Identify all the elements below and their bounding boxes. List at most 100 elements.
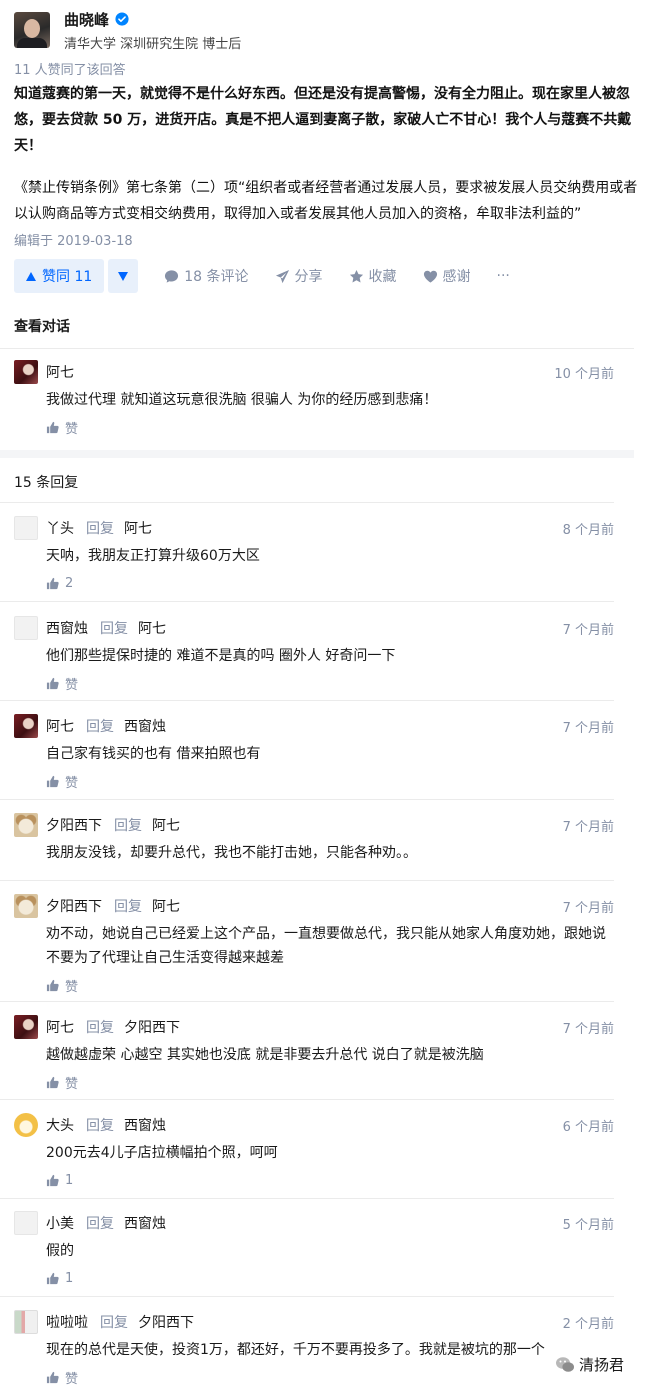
comment-body: 我做过代理 就知道这玩意很洗脑 很骗人 为你的经历感到悲痛！ [46,392,438,408]
reply-comment: 大头 回复 西窗烛 6 个月前 200元去4儿子店拉横幅拍个照，呵呵 1 [14,1113,614,1189]
thanks-label: 感谢 [442,269,471,285]
comments-button[interactable]: 18 条评论 [164,266,249,286]
upvoters-count[interactable]: 11 人赞同了该回答 [14,59,126,78]
avatar[interactable] [14,616,38,640]
avatar[interactable] [14,516,38,540]
reply-target-name[interactable]: 阿七 [152,896,180,916]
comment-time: 2 个月前 [562,1316,614,1332]
author-title: 清华大学 深圳研究生院 博士后 [64,36,242,52]
avatar[interactable] [14,1113,38,1137]
like-button[interactable]: 赞 [46,976,614,995]
reply-word: 回复 [100,621,128,637]
reply-target-name[interactable]: 西窗烛 [124,1213,166,1233]
like-button[interactable]: 赞 [46,674,614,693]
share-button[interactable]: 分享 [275,266,323,286]
divider [0,601,614,602]
thumbs-up-icon [46,1371,59,1383]
commenter-name[interactable]: 大头 [46,1115,74,1135]
reply-comment: 阿七 回复 夕阳西下 7 个月前 越做越虚荣 心越空 其实她也没底 就是非要去升总代 说… [14,1015,614,1092]
edited-date[interactable]: 编辑于 2019-03-18 [14,230,133,249]
comment-header: 丫头 回复 阿七 8 个月前 [14,516,614,540]
reply-comment: 丫头 回复 阿七 8 个月前天呐，我朋友正打算升级60万大区 2 [14,516,614,592]
like-label: 赞 [65,1076,79,1092]
answer-quote-paragraph: 《禁止传销条例》第七条第（二）项“组织者或者经营者通过发展人员，要求被发展人员交… [14,180,638,222]
comment-body: 自己家有钱买的也有 借来拍照也有 [46,746,261,762]
avatar[interactable] [14,1310,38,1334]
thanks-button[interactable]: 感谢 [423,266,471,286]
avatar[interactable] [14,1211,38,1235]
like-label: 1 [65,1270,74,1286]
comment-header: 西窗烛 回复 阿七 7 个月前 [14,616,614,640]
comment-header: 大头 回复 西窗烛 6 个月前 [14,1113,614,1137]
avatar[interactable] [14,360,38,384]
commenter-name[interactable]: 夕阳西下 [46,896,102,916]
like-label: 赞 [65,775,79,791]
commenter-name[interactable]: 阿七 [46,362,74,382]
reply-target-name[interactable]: 阿七 [152,815,180,835]
author-avatar[interactable] [14,12,50,48]
reply-word: 回复 [86,521,114,537]
favorite-button[interactable]: 收藏 [349,266,397,286]
divider [0,348,634,349]
avatar[interactable] [14,714,38,738]
comment-time: 6 个月前 [562,1119,614,1135]
reply-target-name[interactable]: 西窗烛 [124,716,166,736]
commenter-name[interactable]: 阿七 [46,1017,74,1037]
reply-comment: 夕阳西下 回复 阿七 7 个月前 我朋友没钱，却要升总代，我也不能打击她，只能各种劝。。 [14,813,614,865]
reply-word: 回复 [86,719,114,735]
avatar[interactable] [14,1015,38,1039]
thumbs-up-icon [46,979,59,991]
heart-icon [423,270,437,283]
more-button[interactable]: ··· [497,268,510,284]
reply-count: 15 条回复 [14,475,79,491]
like-button[interactable]: 赞 [46,772,614,791]
comment-body: 天呐，我朋友正打算升级60万大区 [46,548,260,564]
reply-target-name[interactable]: 西窗烛 [124,1115,166,1135]
conversation-title: 查看对话 [14,319,70,335]
comment-time: 10 个月前 [554,366,614,382]
downvote-button[interactable] [108,259,139,293]
commenter-name[interactable]: 夕阳西下 [46,815,102,835]
reply-target-name[interactable]: 阿七 [124,518,152,538]
like-button[interactable]: 赞 [46,418,614,437]
like-button[interactable]: 赞 [46,1368,614,1387]
thumbs-up-icon [46,421,59,433]
reply-target-name[interactable]: 阿七 [138,618,166,638]
reply-target-name[interactable]: 夕阳西下 [138,1312,194,1332]
section-separator [0,450,634,458]
author-name[interactable]: 曲晓峰 [64,9,109,30]
divider [0,1296,614,1297]
reply-target-name[interactable]: 夕阳西下 [124,1017,180,1037]
like-label: 赞 [65,421,79,437]
thumbs-up-icon [46,1076,59,1088]
comment-header: 啦啦啦 回复 夕阳西下 2 个月前 [14,1310,614,1334]
upvote-button[interactable]: 赞同 11 [14,259,105,293]
comment-header: 夕阳西下 回复 阿七 7 个月前 [14,894,614,918]
divider [0,880,614,881]
reply-comment: 阿七 回复 西窗烛 7 个月前自己家有钱买的也有 借来拍照也有赞 [14,714,614,791]
commenter-name[interactable]: 丫头 [46,518,74,538]
avatar[interactable] [14,894,38,918]
like-button[interactable]: 1 [46,1171,614,1189]
like-button[interactable]: 1 [46,1269,614,1287]
share-label: 分享 [294,269,323,285]
comment-header: 阿七 回复 夕阳西下 7 个月前 [14,1015,614,1039]
commenter-name[interactable]: 啦啦啦 [46,1312,88,1332]
commenter-name[interactable]: 阿七 [46,716,74,736]
comment-body: 200元去4儿子店拉横幅拍个照，呵呵 [46,1145,278,1161]
like-label: 1 [65,1172,74,1188]
comments-label: 18 条评论 [184,269,249,285]
commenter-name[interactable]: 西窗烛 [46,618,88,638]
author-info: 曲晓峰 清华大学 深圳研究生院 博士后 [64,9,241,52]
comment-header: 阿七 回复 西窗烛 7 个月前 [14,714,614,738]
comment-header: 小美 回复 西窗烛 5 个月前 [14,1211,614,1235]
like-button[interactable]: 2 [46,574,614,592]
like-button[interactable]: 赞 [46,1073,614,1092]
commenter-name[interactable]: 小美 [46,1213,74,1233]
avatar[interactable] [14,813,38,837]
thumbs-up-icon [46,1174,59,1186]
comment-time: 5 个月前 [562,1217,614,1233]
comment-time: 7 个月前 [562,622,614,638]
reply-comment: 夕阳西下 回复 阿七 7 个月前 劝不动，她说自己已经爱上这个产品，一直想要做总代，我只… [14,894,614,995]
thumbs-up-icon [46,677,59,689]
